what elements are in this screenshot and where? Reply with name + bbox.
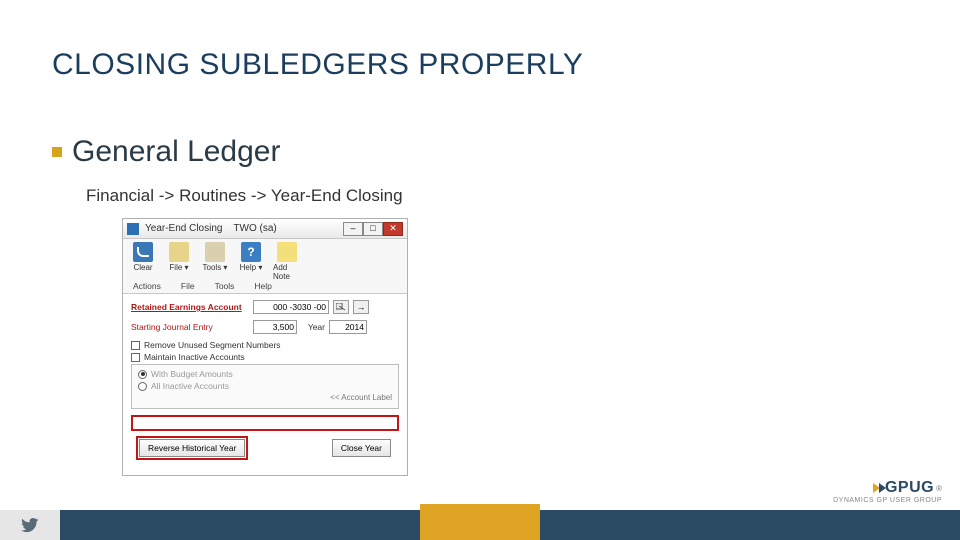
help-icon: ? [241,242,261,262]
reverse-historical-button[interactable]: Reverse Historical Year [139,439,245,457]
maintain-inactive-row: Maintain Inactive Accounts [131,352,399,362]
year-field[interactable]: 2014 [329,320,367,334]
help-button[interactable]: ? Help ▾ [237,242,265,272]
ribbon-label: File ▾ [169,263,188,272]
twitter-icon [21,516,39,534]
tools-icon [205,242,225,262]
retained-earnings-label: Retained Earnings Account [131,302,249,312]
add-note-button[interactable]: Add Note [273,242,301,281]
dialog-footer: Reverse Historical Year Close Year [131,431,399,465]
logo-subtitle: DYNAMICS GP USER GROUP [833,497,942,504]
ribbon-tabstrip: Actions File Tools Help [123,281,407,294]
retained-earnings-row: Retained Earnings Account 000 -3030 -00 … [131,300,399,314]
ribbon-label: Tools ▾ [203,263,228,272]
maximize-button[interactable]: □ [363,222,383,236]
dialog-title-context: TWO (sa) [233,223,276,234]
close-year-button[interactable]: Close Year [332,439,391,457]
highlight-box [131,415,399,431]
dialog-body: Retained Earnings Account 000 -3030 -00 … [123,294,407,475]
undo-icon [133,242,153,262]
tools-button[interactable]: Tools ▾ [201,242,229,272]
all-inactive-row: All Inactive Accounts [138,381,392,391]
footer-accent [420,504,540,540]
dialog-title-main: Year-End Closing [145,223,222,234]
close-button[interactable]: ✕ [383,222,403,236]
footer-social [0,510,60,540]
ribbon-label: Clear [133,263,152,272]
remove-unused-checkbox[interactable] [131,341,140,350]
tab-help[interactable]: Help [254,281,271,291]
retained-earnings-field[interactable]: 000 -3030 -00 [253,300,329,314]
gpug-logo: GPUG® DYNAMICS GP USER GROUP [833,479,942,504]
dialog-title: Year-End Closing TWO (sa) [145,223,343,234]
maintain-inactive-label: Maintain Inactive Accounts [144,352,245,362]
all-inactive-label: All Inactive Accounts [151,381,229,391]
journal-entry-row: Starting Journal Entry 3,500 Year 2014 [131,320,399,334]
dialog-titlebar[interactable]: Year-End Closing TWO (sa) – □ ✕ [123,219,407,239]
slide-title: CLOSING SUBLEDGERS PROPERLY [52,48,583,82]
app-icon [127,223,139,235]
bullet-icon [52,147,62,157]
bullet-text: General Ledger [72,135,280,169]
inactive-options-group: With Budget Amounts All Inactive Account… [131,364,399,409]
minimize-button[interactable]: – [343,222,363,236]
tab-file[interactable]: File [181,281,195,291]
account-label: << Account Label [138,393,392,402]
maintain-inactive-checkbox[interactable] [131,353,140,362]
file-button[interactable]: File ▾ [165,242,193,272]
all-inactive-radio[interactable] [138,382,147,391]
breadcrumb: Financial -> Routines -> Year-End Closin… [86,186,403,206]
year-end-closing-dialog: Year-End Closing TWO (sa) – □ ✕ Clear Fi… [122,218,408,476]
with-budget-label: With Budget Amounts [151,369,233,379]
window-controls: – □ ✕ [343,222,403,236]
clear-button[interactable]: Clear [129,242,157,272]
with-budget-row: With Budget Amounts [138,369,392,379]
slide: CLOSING SUBLEDGERS PROPERLY General Ledg… [0,0,960,540]
with-budget-radio[interactable] [138,370,147,379]
journal-entry-label: Starting Journal Entry [131,322,249,332]
bullet-row: General Ledger [52,135,280,169]
ribbon-label: Add Note [273,263,301,281]
tab-actions[interactable]: Actions [133,281,161,291]
lookup-icon [336,303,346,311]
note-icon [277,242,297,262]
logo-text: GPUG [885,479,934,497]
file-icon [169,242,189,262]
ribbon-label: Help ▾ [240,263,263,272]
tab-tools[interactable]: Tools [215,281,235,291]
journal-entry-field[interactable]: 3,500 [253,320,297,334]
lookup-button[interactable] [333,300,349,314]
remove-unused-label: Remove Unused Segment Numbers [144,340,281,350]
remove-unused-row: Remove Unused Segment Numbers [131,340,399,350]
ribbon: Clear File ▾ Tools ▾ ? Help ▾ Add Note [123,239,407,281]
expand-button[interactable]: → [353,300,369,314]
year-label: Year [301,322,325,332]
